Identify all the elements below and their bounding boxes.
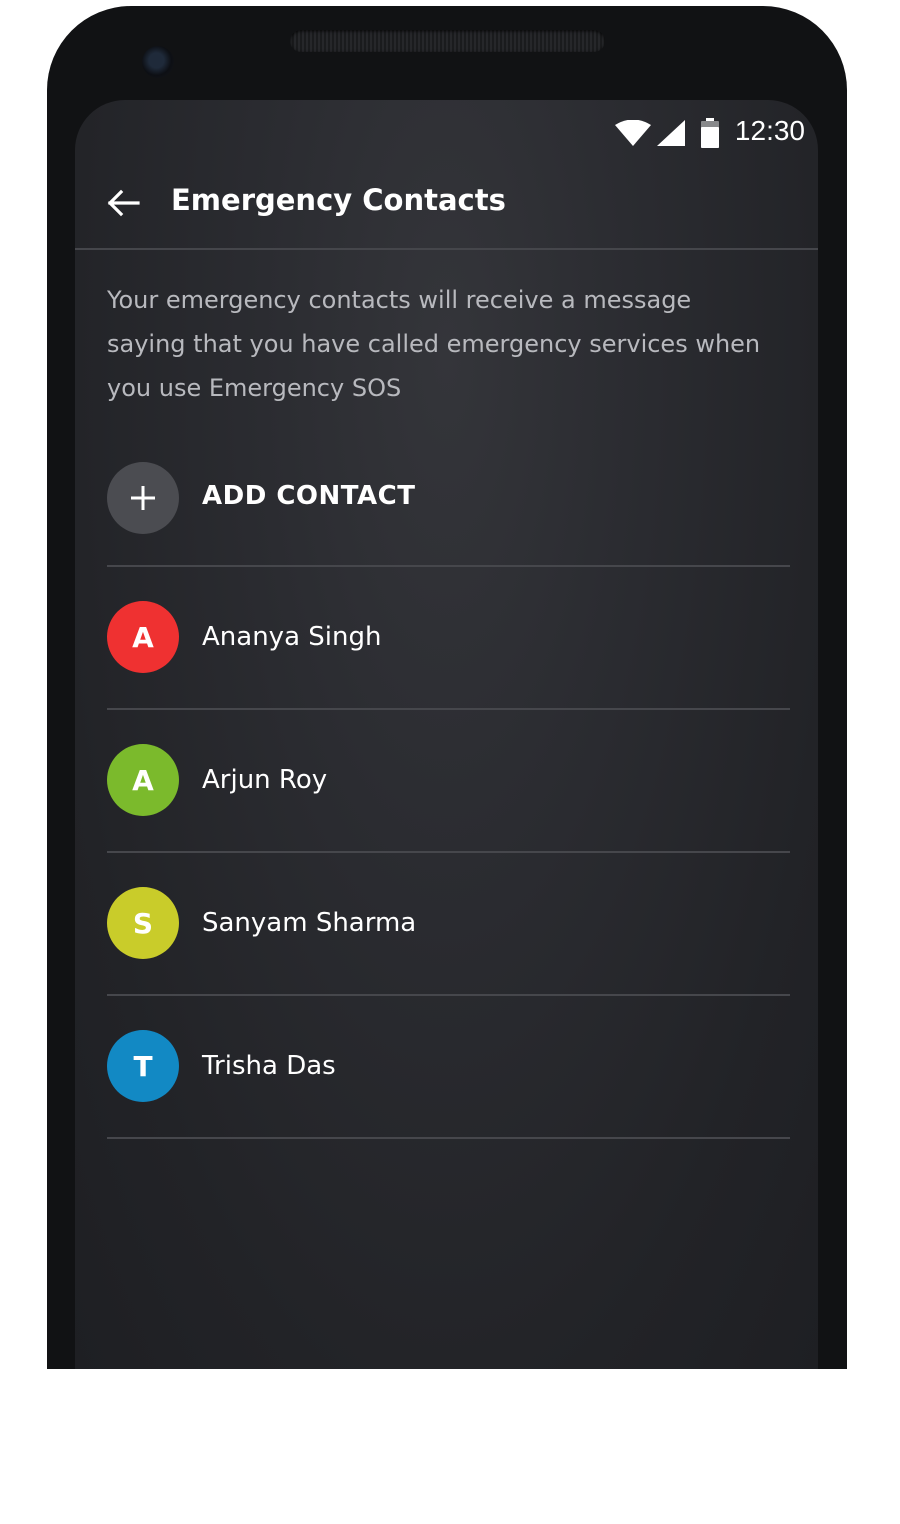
avatar: A	[107, 601, 179, 673]
front-camera	[142, 46, 174, 78]
contact-name: Arjun Roy	[202, 765, 328, 795]
earpiece-speaker	[290, 30, 605, 52]
toolbar: Emergency Contacts	[75, 158, 818, 250]
add-contact-label: ADD CONTACT	[202, 481, 416, 511]
status-time: 12:30	[734, 115, 805, 146]
contact-row-arjun-roy[interactable]: A Arjun Roy	[107, 710, 790, 853]
contact-name: Trisha Das	[202, 1051, 336, 1081]
battery-icon	[701, 118, 719, 148]
add-contact-icon-circle	[107, 462, 179, 534]
avatar: S	[107, 887, 179, 959]
contact-row-sanyam-sharma[interactable]: S Sanyam Sharma	[107, 853, 790, 996]
contact-name: Sanyam Sharma	[202, 908, 417, 938]
screen: 12:30 Emergency Contacts Your emergency …	[75, 100, 818, 1369]
description-text: Your emergency contacts will receive a m…	[107, 286, 761, 402]
contact-row-trisha-das[interactable]: T Trisha Das	[107, 996, 790, 1139]
status-bar: 12:30	[75, 100, 818, 158]
page-title: Emergency Contacts	[171, 183, 506, 217]
wifi-icon	[615, 120, 651, 146]
contact-row-ananya-singh[interactable]: A Ananya Singh	[107, 567, 790, 710]
plus-icon	[131, 486, 155, 510]
back-button[interactable]	[100, 180, 146, 226]
contact-name: Ananya Singh	[202, 622, 382, 652]
add-contact-button[interactable]: ADD CONTACT	[107, 442, 790, 567]
avatar: A	[107, 744, 179, 816]
avatar: T	[107, 1030, 179, 1102]
signal-icon	[657, 120, 685, 146]
contacts-list: ADD CONTACT A Ananya Singh A Arjun Roy S…	[107, 442, 790, 1139]
arrow-left-icon	[107, 189, 140, 217]
phone-frame: 12:30 Emergency Contacts Your emergency …	[47, 6, 847, 1369]
